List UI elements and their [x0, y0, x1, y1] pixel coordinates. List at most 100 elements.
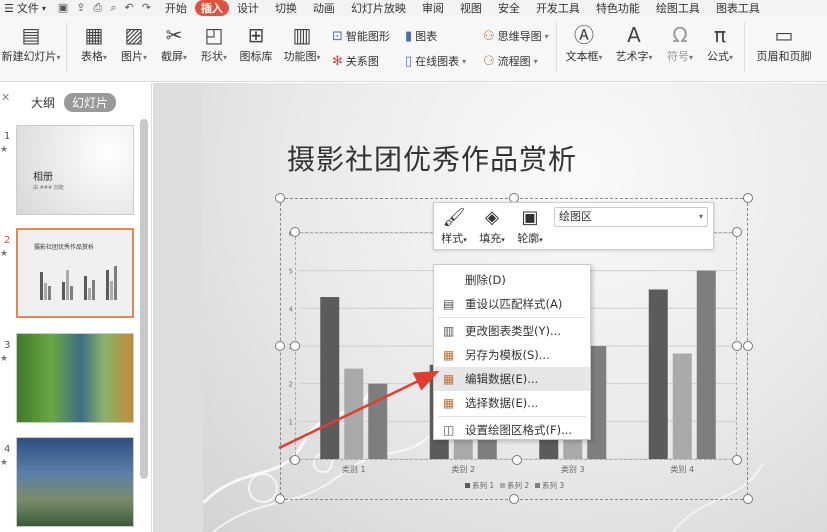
plot-resize-handle[interactable]: [290, 341, 300, 351]
textbox-button[interactable]: Ⓐ 文本框▾: [562, 22, 606, 65]
header-footer-button[interactable]: ▭ 页眉和页脚: [752, 22, 816, 64]
redo-icon[interactable]: ↷: [142, 1, 151, 15]
tab-design[interactable]: 设计: [229, 0, 267, 16]
relation-label: 关系图: [345, 55, 379, 68]
smart-art-button[interactable]: ⊡ 智能图形: [332, 28, 390, 44]
slide-thumbnail-4[interactable]: [16, 437, 134, 527]
plot-resize-handle[interactable]: [732, 227, 742, 237]
file-menu[interactable]: ☰ 文件 ▾: [0, 0, 52, 16]
menu-item-save-template[interactable]: ▦ 另存为模板(S)...: [434, 343, 590, 367]
fill-button[interactable]: ◈ 填充▾: [474, 206, 510, 246]
brush-icon: 🖌: [442, 207, 466, 228]
wordart-button[interactable]: A 艺术字▾: [612, 22, 656, 65]
chart-label: 图表: [415, 30, 438, 43]
undo-icon[interactable]: ↶: [125, 1, 134, 15]
chart-button[interactable]: ▮ 图表: [405, 28, 437, 44]
header-footer-icon: ▭: [774, 23, 794, 47]
save-icon[interactable]: ▣: [58, 1, 68, 15]
menu-item-edit-data[interactable]: ▦ 编辑数据(E)...: [434, 367, 590, 391]
resize-handle[interactable]: [275, 494, 285, 504]
panel-scrollbar[interactable]: [140, 119, 148, 479]
slide-thumbnail-3[interactable]: [16, 333, 134, 423]
flowchart-button[interactable]: ⚆ 流程图 ▾: [483, 53, 538, 69]
print-icon[interactable]: ⎙: [94, 1, 103, 15]
plot-resize-handle[interactable]: [732, 455, 742, 465]
outline-button[interactable]: ▣ 轮廓▾: [512, 206, 548, 246]
icon-library-button[interactable]: ⊞ 图标库: [236, 22, 276, 64]
pi-icon: π: [713, 23, 727, 47]
table-button[interactable]: ▦ 表格▾: [76, 22, 112, 65]
resize-handle[interactable]: [275, 193, 285, 203]
outline-icon: ▣: [521, 207, 539, 228]
chart-icon: ▮: [405, 28, 413, 44]
tab-view[interactable]: 视图: [452, 0, 490, 16]
menu-item-label: 另存为模板(S)...: [465, 348, 550, 362]
smart-art-label: 智能图形: [345, 30, 390, 43]
picture-button[interactable]: ▨ 图片▾: [116, 22, 152, 65]
symbol-button[interactable]: Ω 符号▾: [662, 22, 698, 65]
menu-item-change-chart-type[interactable]: ▥ 更改图表类型(Y)...: [434, 319, 590, 343]
divider: [744, 22, 745, 72]
mindmap-button[interactable]: ⚇ 思维导图 ▾: [483, 28, 549, 44]
relation-button[interactable]: ✻ 关系图: [332, 53, 379, 69]
textbox-icon: Ⓐ: [574, 23, 594, 47]
function-chart-label: 功能图: [283, 50, 317, 63]
file-menu-label: 文件: [16, 2, 39, 15]
resize-handle[interactable]: [743, 193, 753, 203]
tab-slides[interactable]: 幻灯片: [64, 93, 117, 112]
hamburger-icon: ☰: [4, 1, 14, 15]
menu-item-format-plot-area[interactable]: ◫ 设置绘图区格式(F)...: [434, 418, 590, 442]
table-icon: ▦: [84, 23, 104, 47]
new-slide-button[interactable]: ▤ 新建幻灯片▾: [0, 22, 62, 65]
collapse-panel-icon[interactable]: ✕: [1, 91, 10, 104]
slide-thumbnail-2[interactable]: 摄影社团优秀作品赏析: [16, 228, 134, 318]
plot-resize-handle[interactable]: [290, 227, 300, 237]
tab-developer[interactable]: 开发工具: [528, 0, 588, 16]
export-icon[interactable]: ⇪: [76, 1, 85, 15]
chevron-down-icon: ▾: [698, 212, 703, 221]
tab-chart-tools[interactable]: 图表工具: [708, 0, 768, 16]
slide: 摄影社团优秀作品赏析 0123456类别 1类别 2类别 3类别 4系列 1系列…: [203, 83, 827, 532]
tab-review[interactable]: 审阅: [414, 0, 452, 16]
tab-drawing-tools[interactable]: 绘图工具: [648, 0, 708, 16]
resize-handle[interactable]: [743, 494, 753, 504]
plot-resize-handle[interactable]: [512, 455, 522, 465]
menu-item-delete[interactable]: 删除(D): [434, 268, 590, 292]
chart-element-select[interactable]: 绘图区 ▾: [554, 207, 708, 227]
resize-handle[interactable]: [509, 494, 519, 504]
thumb-subtitle: 由 ### 创建: [33, 185, 64, 191]
menu-item-select-data[interactable]: ▦ 选择数据(E)...: [434, 391, 590, 415]
tab-outline[interactable]: 大纲: [31, 94, 55, 111]
mindmap-icon: ⚇: [483, 28, 495, 44]
shape-icon: ◰: [204, 23, 224, 47]
online-chart-button[interactable]: ▯ 在线图表 ▾: [405, 53, 466, 69]
tab-security[interactable]: 安全: [490, 0, 528, 16]
tab-slideshow[interactable]: 幻灯片放映: [343, 0, 414, 16]
tab-insert[interactable]: 插入: [194, 0, 229, 16]
menu-item-label: 重设以匹配样式(A): [465, 297, 563, 311]
resize-handle[interactable]: [275, 341, 285, 351]
formula-button[interactable]: π 公式▾: [702, 22, 738, 65]
menu-item-label: 设置绘图区格式(F)...: [465, 423, 573, 437]
menu-item-reset-style[interactable]: ▤ 重设以匹配样式(A): [434, 292, 590, 316]
screenshot-button[interactable]: ✂ 截屏▾: [156, 22, 192, 65]
tab-home[interactable]: 开始: [157, 0, 195, 16]
preview-icon[interactable]: ⌕: [110, 1, 116, 15]
picture-icon: ▨: [124, 23, 144, 47]
menu-item-label: 选择数据(E)...: [465, 396, 539, 410]
shape-button[interactable]: ◰ 形状▾: [196, 22, 232, 65]
flowchart-icon: ⚆: [483, 53, 495, 69]
slide-thumbnail-1[interactable]: 相册 由 ### 创建: [16, 125, 134, 215]
online-chart-label: 在线图表: [415, 55, 460, 68]
function-chart-button[interactable]: ▥ 功能图▾: [280, 22, 324, 65]
thumb-title: 相册: [33, 172, 53, 183]
new-slide-label: 新建幻灯片: [1, 50, 57, 63]
tab-transition[interactable]: 切换: [267, 0, 305, 16]
resize-handle[interactable]: [743, 341, 753, 351]
style-button[interactable]: 🖌 样式▾: [436, 206, 472, 246]
tab-animation[interactable]: 动画: [305, 0, 343, 16]
new-slide-icon: ▤: [21, 23, 41, 47]
plot-resize-handle[interactable]: [732, 341, 742, 351]
plot-resize-handle[interactable]: [290, 455, 300, 465]
tab-features[interactable]: 特色功能: [588, 0, 648, 16]
